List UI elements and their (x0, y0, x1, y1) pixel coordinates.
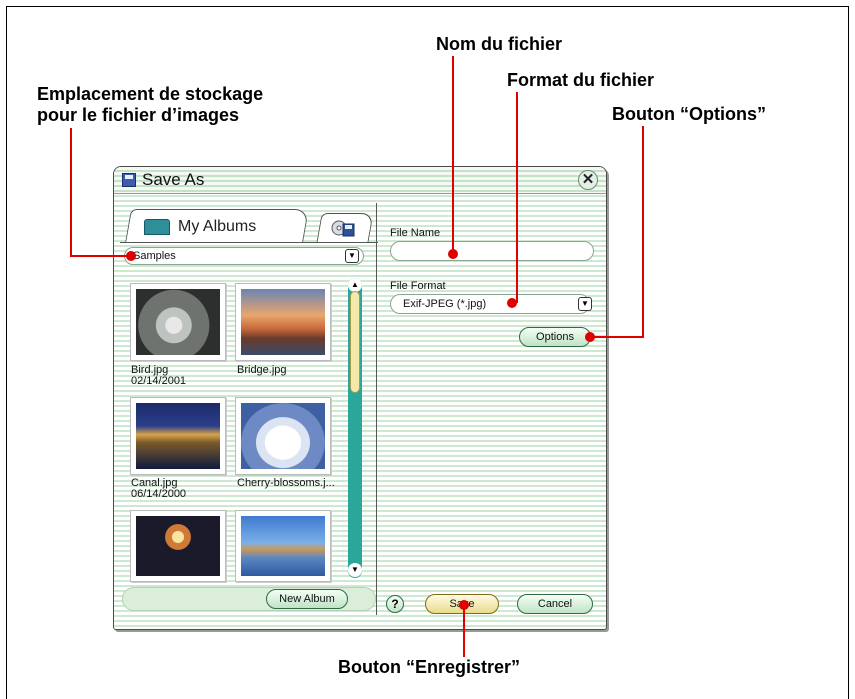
file-name-callout-dot (448, 249, 458, 259)
storage-leader-line (70, 128, 131, 257)
callout-leader-lines (70, 56, 644, 657)
storage-callout-dot (126, 251, 136, 261)
options-leader-line (590, 126, 644, 338)
file-format-callout-dot (507, 298, 517, 308)
save-callout-dot (459, 600, 469, 610)
options-callout-dot (585, 332, 595, 342)
